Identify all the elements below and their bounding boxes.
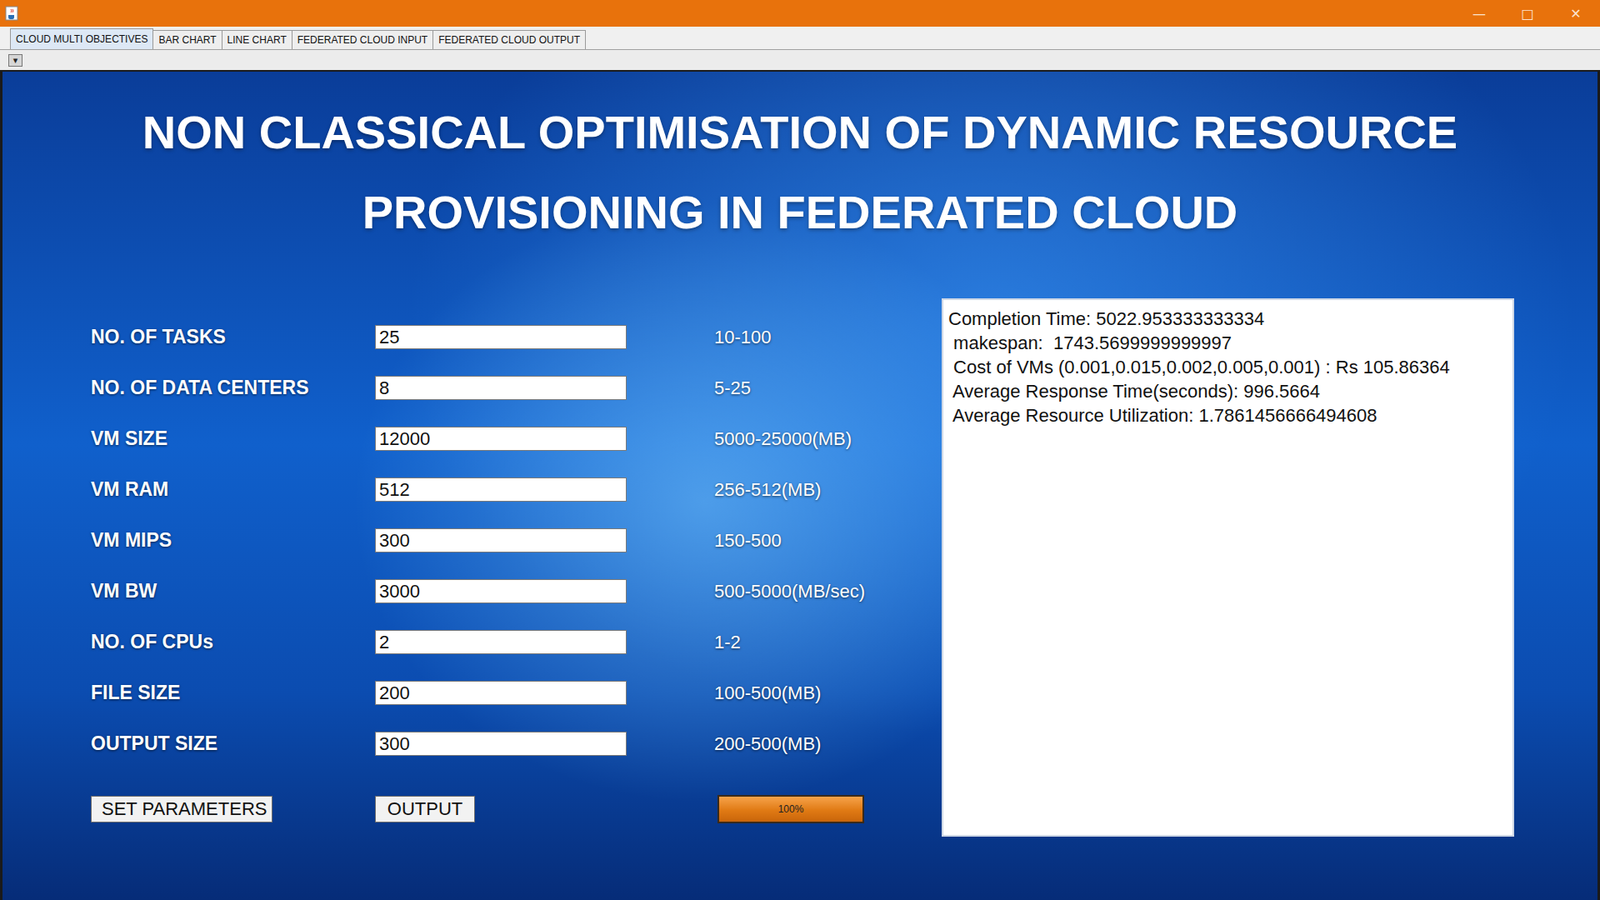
field-input[interactable] <box>375 325 627 350</box>
field-label: VM BW <box>90 580 375 603</box>
field-range: 256-512(MB) <box>714 479 865 501</box>
field-input[interactable] <box>375 579 627 604</box>
progress-text: 100% <box>719 796 863 822</box>
window-controls: —□✕ <box>1455 0 1600 27</box>
field-input[interactable] <box>375 528 627 553</box>
field-label: NO. OF CPUs <box>90 630 375 654</box>
field-label: OUTPUT SIZE <box>90 732 375 755</box>
output-line: Average Response Time(seconds): 996.5664 <box>948 379 1508 404</box>
field-range: 100-500(MB) <box>714 682 865 705</box>
heading-line: PROVISIONING IN FEDERATED CLOUD <box>2 172 1598 253</box>
tab[interactable]: FEDERATED CLOUD INPUT <box>291 30 434 50</box>
field-label: NO. OF DATA CENTERS <box>90 376 375 400</box>
field-range: 200-500(MB) <box>714 733 865 755</box>
field-label: VM RAM <box>90 478 375 501</box>
field-input[interactable] <box>375 477 627 502</box>
set-parameters-button[interactable]: SET PARAMETERS <box>90 795 273 823</box>
field-input[interactable] <box>375 375 627 400</box>
field-range: 5000-25000(MB) <box>714 428 865 450</box>
field-input[interactable] <box>375 630 627 655</box>
field-range: 150-500 <box>714 530 865 552</box>
parameter-form: NO. OF TASKS 10-100 NO. OF DATA CENTERS 5-2… <box>90 298 942 837</box>
field-range: 5-25 <box>714 377 865 400</box>
app-window: —□✕CLOUD MULTI OBJECTIVESBAR CHARTLINE C… <box>0 0 1600 900</box>
field-range: 10-100 <box>714 326 865 349</box>
progress-bar: 100% <box>717 795 865 824</box>
output-line: Completion Time: 5022.953333333334 <box>948 306 1508 331</box>
title-bar: —□✕ <box>0 0 1600 27</box>
button-row: SET PARAMETERS OUTPUT 100% <box>90 795 865 824</box>
field-label: FILE SIZE <box>90 681 375 705</box>
field-label: VM MIPS <box>90 529 375 552</box>
field-label: VM SIZE <box>90 427 375 450</box>
window-control-button[interactable]: — <box>1455 0 1504 27</box>
tab-strip: CLOUD MULTI OBJECTIVESBAR CHARTLINE CHAR… <box>0 26 1600 50</box>
field-range: 1-2 <box>714 631 865 654</box>
menu-button[interactable]: ▾ <box>8 54 23 67</box>
main-panel: NON CLASSICAL OPTIMISATION OF DYNAMIC RE… <box>0 71 1600 900</box>
tab[interactable]: LINE CHART <box>221 30 293 50</box>
content: NO. OF TASKS 10-100 NO. OF DATA CENTERS 5-2… <box>2 298 1598 837</box>
output-button[interactable]: OUTPUT <box>375 795 475 823</box>
field-label: NO. OF TASKS <box>90 325 375 349</box>
page-heading: NON CLASSICAL OPTIMISATION OF DYNAMIC RE… <box>2 71 1598 253</box>
toolbar: ▾ <box>0 50 1600 72</box>
output-line: makespan: 1743.5699999999997 <box>948 330 1508 355</box>
field-input[interactable] <box>375 426 627 451</box>
output-line: Average Resource Utilization: 1.78614566… <box>948 403 1508 428</box>
field-input[interactable] <box>375 680 627 705</box>
tab[interactable]: FEDERATED CLOUD OUTPUT <box>432 30 586 50</box>
field-range: 500-5000(MB/sec) <box>714 580 865 603</box>
java-icon <box>5 5 19 21</box>
field-input[interactable] <box>375 731 627 756</box>
window-control-button[interactable]: ✕ <box>1551 0 1600 27</box>
tab[interactable]: BAR CHART <box>152 30 222 50</box>
heading-line: NON CLASSICAL OPTIMISATION OF DYNAMIC RE… <box>2 92 1598 173</box>
output-area[interactable]: Completion Time: 5022.953333333334 makes… <box>941 298 1515 837</box>
output-line: Cost of VMs (0.001,0.015,0.002,0.005,0.0… <box>948 355 1508 380</box>
window-control-button[interactable]: □ <box>1503 0 1552 27</box>
tab[interactable]: CLOUD MULTI OBJECTIVES <box>10 28 154 50</box>
